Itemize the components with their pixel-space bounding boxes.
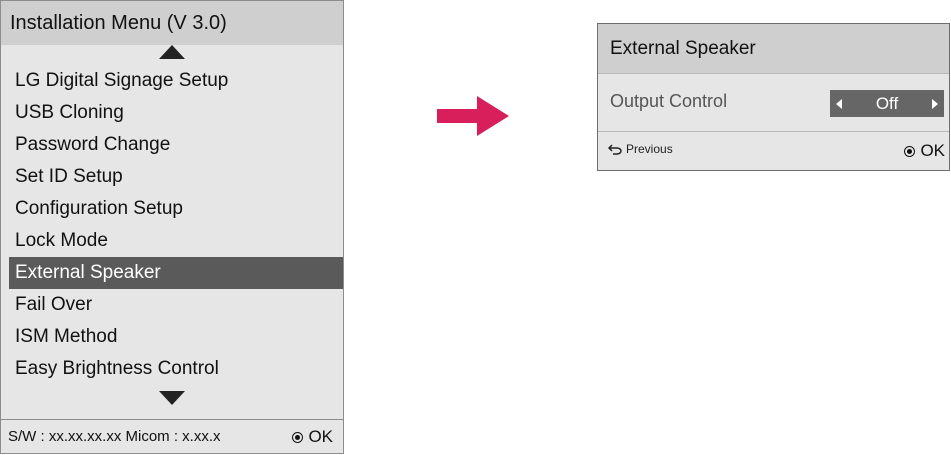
scroll-up-icon[interactable] [159,45,185,59]
software-version-info: S/W : xx.xx.xx.xx Micom : x.xx.x [8,428,221,445]
dialog-ok-button[interactable]: OK [904,141,945,161]
menu-item-ism-method[interactable]: ISM Method [1,321,343,353]
menu-item-fail-over[interactable]: Fail Over [1,289,343,321]
menu-footer: S/W : xx.xx.xx.xx Micom : x.xx.x OK [1,419,343,453]
dialog-title: External Speaker [598,24,949,74]
scroll-down-icon[interactable] [159,391,185,405]
menu-item-lg-digital-signage-setup[interactable]: LG Digital Signage Setup [1,65,343,97]
dialog-footer: Previous OK [598,131,949,171]
menu-list: LG Digital Signage Setup USB Cloning Pas… [1,65,343,385]
chevron-right-icon[interactable] [932,99,938,109]
ok-circle-icon [904,145,916,157]
ok-label: OK [308,427,333,446]
menu-item-set-id-setup[interactable]: Set ID Setup [1,161,343,193]
ok-button[interactable]: OK [292,420,333,455]
menu-item-usb-cloning[interactable]: USB Cloning [1,97,343,129]
output-control-value: Off [875,94,899,113]
previous-label: Previous [626,142,673,156]
output-control-row: Output Control Off [598,75,949,131]
menu-title: Installation Menu (V 3.0) [1,1,343,45]
menu-item-password-change[interactable]: Password Change [1,129,343,161]
dialog-ok-label: OK [920,141,945,160]
installation-menu: Installation Menu (V 3.0) LG Digital Sig… [0,0,344,454]
return-icon [607,144,622,156]
arrow-right-icon [437,96,509,136]
external-speaker-dialog: External Speaker Output Control Off Prev… [597,23,950,171]
menu-item-configuration-setup[interactable]: Configuration Setup [1,193,343,225]
output-control-label: Output Control [610,91,728,111]
menu-item-easy-brightness-control[interactable]: Easy Brightness Control [1,353,343,385]
menu-item-external-speaker[interactable]: External Speaker [9,257,343,289]
ok-circle-icon [292,431,304,443]
previous-button[interactable]: Previous [607,142,673,156]
menu-item-lock-mode[interactable]: Lock Mode [1,225,343,257]
output-control-selector[interactable]: Off [830,90,944,117]
